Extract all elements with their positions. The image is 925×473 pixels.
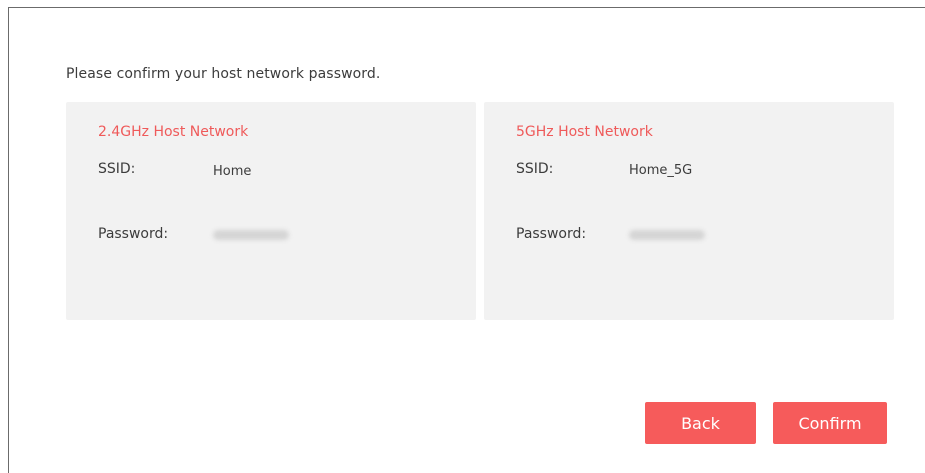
- ssid-value-2-4ghz: Home: [213, 164, 252, 179]
- password-label-5ghz: Password:: [516, 226, 587, 242]
- ssid-value-5ghz: Home_5G: [629, 163, 693, 178]
- confirm-password-dialog: Please confirm your host network passwor…: [8, 7, 925, 473]
- back-button[interactable]: Back: [645, 402, 756, 444]
- network-card-2-4ghz: 2.4GHz Host Network SSID: Home Password:: [66, 102, 476, 320]
- password-label-2-4ghz: Password:: [98, 226, 169, 242]
- ssid-label-2-4ghz: SSID:: [98, 161, 136, 177]
- password-value-2-4ghz-blurred: [213, 230, 289, 240]
- confirm-prompt: Please confirm your host network passwor…: [66, 66, 381, 82]
- confirm-button[interactable]: Confirm: [773, 402, 887, 444]
- password-value-5ghz-blurred: [629, 230, 705, 240]
- network-title-5ghz: 5GHz Host Network: [516, 124, 653, 140]
- ssid-label-5ghz: SSID:: [516, 161, 554, 177]
- network-card-5ghz: 5GHz Host Network SSID: Home_5G Password…: [484, 102, 894, 320]
- network-title-2-4ghz: 2.4GHz Host Network: [98, 124, 249, 140]
